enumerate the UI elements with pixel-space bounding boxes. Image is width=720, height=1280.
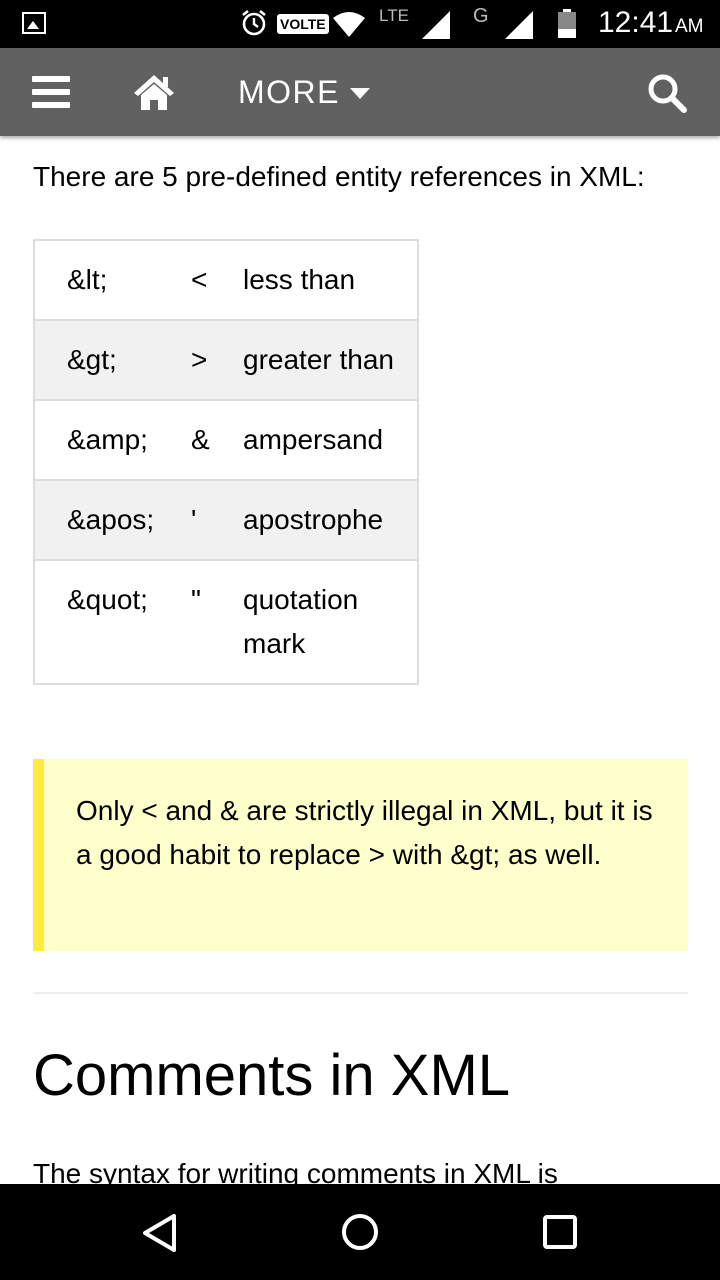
top-nav-bar: MORE (0, 48, 720, 136)
symbol-cell: > (191, 319, 243, 401)
clock-time: 12:41 (598, 6, 674, 39)
entity-cell: &gt; (33, 319, 191, 401)
section-divider (33, 992, 688, 994)
system-navigation-bar (0, 1184, 720, 1280)
alarm-clock-icon (242, 9, 266, 36)
more-menu-button[interactable]: MORE (238, 70, 370, 114)
table-row: &quot; " quotation mark (33, 559, 419, 685)
clock-ampm: AM (675, 16, 704, 37)
meaning-cell: less than (243, 239, 419, 321)
section-paragraph: The syntax for writing comments in XML i… (33, 1158, 558, 1184)
symbol-cell: & (191, 399, 243, 481)
note-callout: Only < and & are strictly illegal in XML… (33, 759, 688, 951)
network-type-label-2: G (473, 5, 489, 27)
search-icon[interactable] (647, 73, 687, 113)
meaning-cell: quotation mark (243, 559, 419, 685)
symbol-cell: " (191, 559, 243, 685)
more-menu-label: MORE (238, 73, 340, 110)
volte-badge: VOLTE (277, 14, 329, 34)
table-row: &lt; < less than (33, 239, 419, 321)
chevron-down-icon (350, 88, 370, 99)
entity-cell: &lt; (33, 239, 191, 321)
gallery-icon (22, 12, 46, 34)
table-row: &gt; > greater than (33, 319, 419, 401)
status-bar: VOLTE LTE G 12:41 AM (0, 0, 720, 48)
article-content: There are 5 pre-defined entity reference… (33, 136, 688, 1184)
wifi-icon (333, 12, 365, 37)
signal-icon (505, 11, 533, 39)
home-circle-icon[interactable] (340, 1212, 380, 1252)
symbol-cell: < (191, 239, 243, 321)
entity-cell: &amp; (33, 399, 191, 481)
signal-icon (422, 11, 450, 39)
menu-icon[interactable] (32, 75, 70, 109)
battery-icon (558, 9, 576, 38)
entity-cell: &quot; (33, 559, 191, 685)
meaning-cell: greater than (243, 319, 419, 401)
section-heading: Comments in XML (33, 1043, 511, 1108)
home-icon[interactable] (133, 73, 175, 111)
network-type-label: LTE (379, 6, 409, 25)
meaning-cell: ampersand (243, 399, 419, 481)
meaning-cell: apostrophe (243, 479, 419, 561)
symbol-cell: ' (191, 479, 243, 561)
intro-text: There are 5 pre-defined entity reference… (33, 161, 645, 192)
entity-reference-table: &lt; < less than &gt; > greater than &am… (33, 239, 419, 685)
recent-apps-icon[interactable] (542, 1214, 578, 1250)
table-row: &amp; & ampersand (33, 399, 419, 481)
entity-cell: &apos; (33, 479, 191, 561)
table-row: &apos; ' apostrophe (33, 479, 419, 561)
back-icon[interactable] (140, 1212, 180, 1254)
